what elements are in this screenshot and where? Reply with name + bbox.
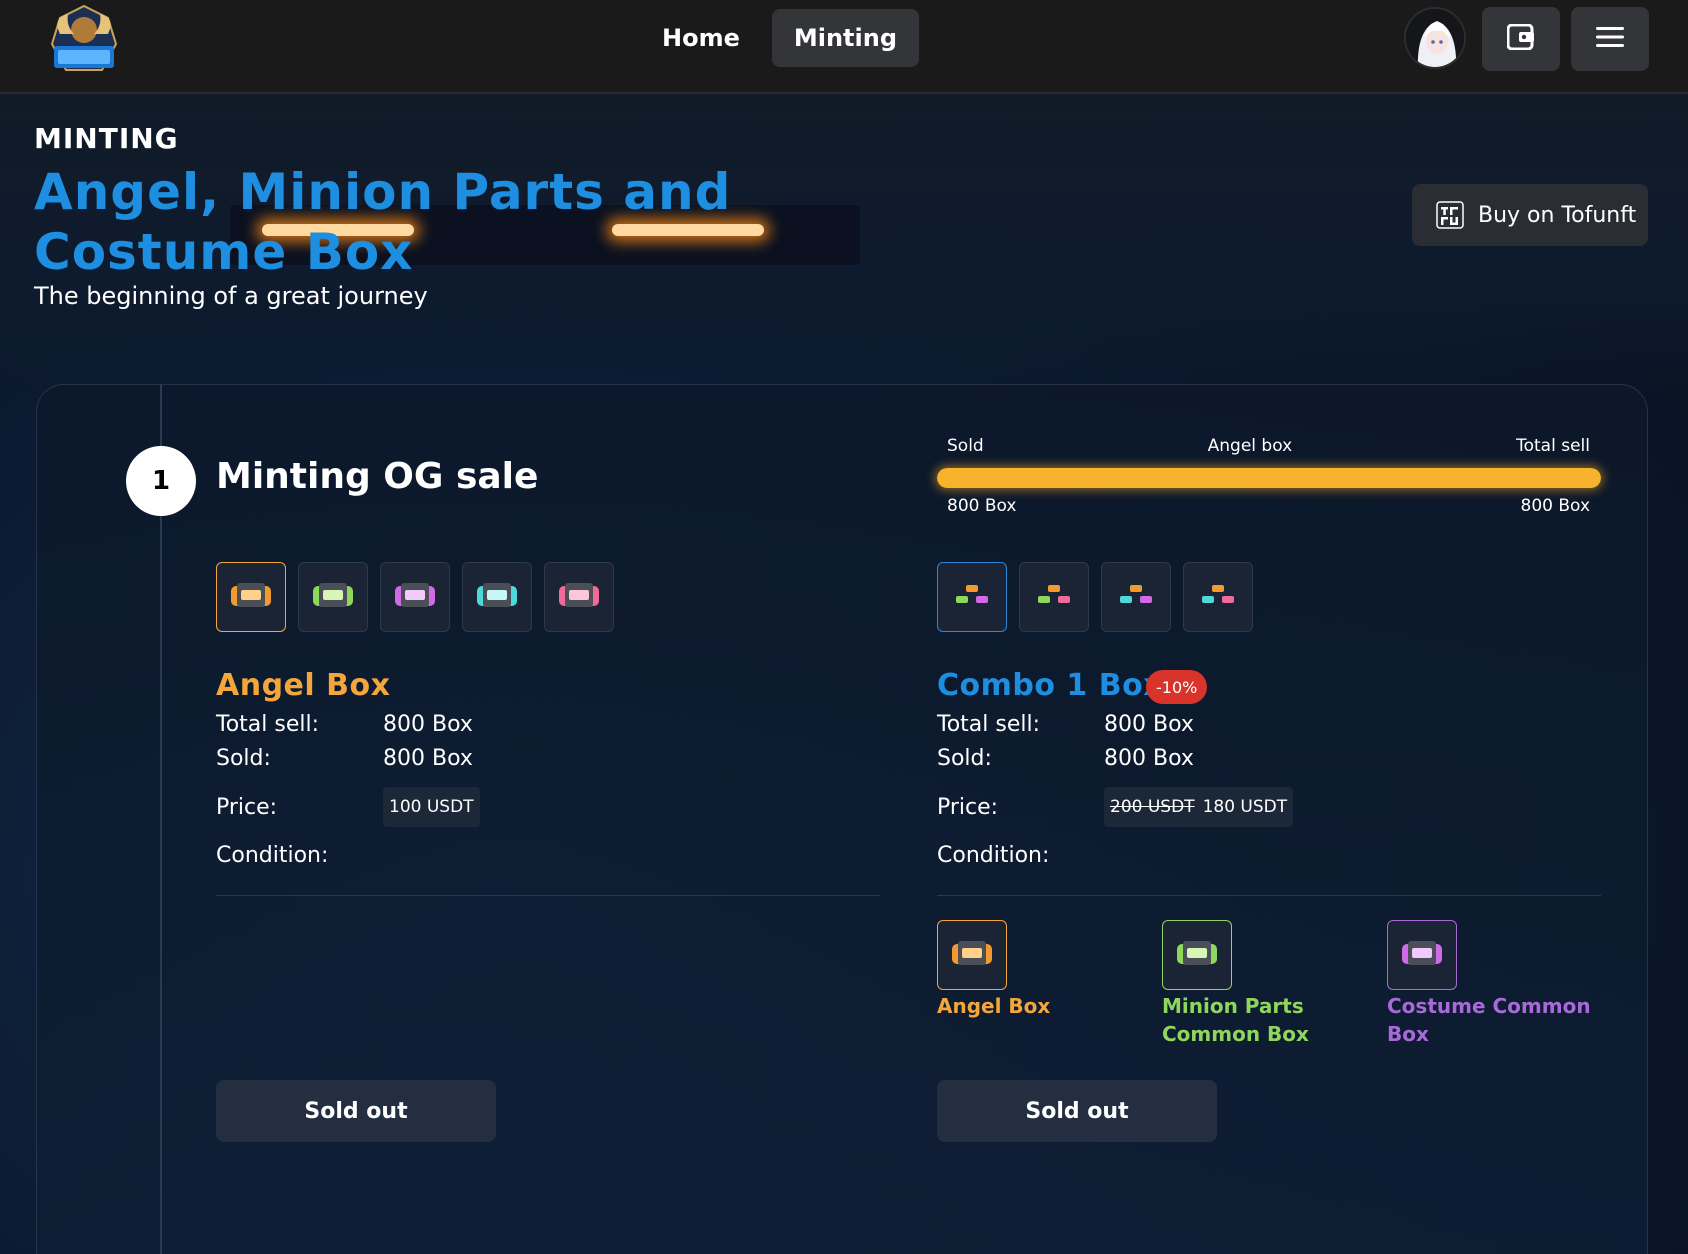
angel-box-title: Angel Box — [216, 668, 391, 703]
angel-price-label: Price: — [216, 795, 278, 820]
combo-item-minion-parts: Minion Parts Common Box — [1162, 920, 1382, 1048]
progress-total-value: 800 Box — [1520, 496, 1590, 516]
combo-item-thumb[interactable] — [1162, 920, 1232, 990]
angel-sold-label: Sold: — [216, 746, 271, 771]
progress-label-total: Total sell — [1516, 436, 1590, 456]
progress-bar-fill — [937, 468, 1601, 488]
buy-on-tofunft-button[interactable]: Buy on Tofunft — [1412, 184, 1648, 246]
angel-price-pill: 100 USDT — [383, 787, 480, 827]
combo-sold-out-button[interactable]: Sold out — [937, 1080, 1217, 1142]
combo-price-label: Price: — [937, 795, 999, 820]
nav-home[interactable]: Home — [640, 9, 762, 67]
angel-sold-value: 800 Box — [383, 746, 473, 771]
progress-labels: Sold Angel box Total sell — [947, 436, 1590, 456]
step-title: Minting OG sale — [216, 456, 539, 497]
angel-condition-label: Condition: — [216, 843, 329, 868]
combo-boxes-icon — [1116, 583, 1156, 611]
box-thumb-pink[interactable] — [544, 562, 614, 632]
combo-sold-value: 800 Box — [1104, 746, 1194, 771]
progress-sold-value: 800 Box — [947, 496, 1017, 516]
wallet-button[interactable] — [1482, 7, 1560, 71]
menu-button[interactable] — [1571, 7, 1649, 71]
nav-minting[interactable]: Minting — [771, 9, 920, 67]
treasure-box-icon — [1398, 938, 1446, 972]
combo-boxes-icon — [952, 583, 992, 611]
page-eyebrow: MINTING — [34, 122, 179, 155]
angel-total-sell-label: Total sell: — [216, 712, 320, 737]
angel-divider — [216, 895, 880, 896]
treasure-box-icon — [309, 580, 357, 614]
combo-condition-label: Condition: — [937, 843, 1050, 868]
treasure-box-icon — [227, 580, 275, 614]
page-title: Angel, Minion Parts and Costume Box — [34, 163, 732, 281]
combo-boxes-icon — [1034, 583, 1074, 611]
combo-box-title: Combo 1 Box — [937, 668, 1164, 703]
treasure-box-icon — [948, 938, 996, 972]
angel-price-value: 100 USDT — [389, 797, 474, 817]
combo-sold-label: Sold: — [937, 746, 992, 771]
user-avatar[interactable] — [1404, 7, 1466, 69]
hamburger-menu-icon — [1596, 27, 1624, 51]
progress-values: 800 Box 800 Box — [947, 496, 1590, 516]
combo-item-label: Costume Common Box — [1387, 994, 1591, 1046]
combo-thumb-4[interactable] — [1183, 562, 1253, 632]
combo-thumb-3[interactable] — [1101, 562, 1171, 632]
combo-item-label: Minion Parts Common Box — [1162, 994, 1309, 1046]
box-thumb-purple[interactable] — [380, 562, 450, 632]
treasure-box-icon — [473, 580, 521, 614]
combo-price-old: 200 USDT — [1110, 797, 1195, 817]
tofunft-logo-icon — [1436, 201, 1464, 229]
combo-total-sell-value: 800 Box — [1104, 712, 1194, 737]
angel-box-thumbnails — [216, 562, 614, 632]
infinity-angel-logo[interactable] — [46, 4, 122, 78]
combo-item-costume-box: Costume Common Box — [1387, 920, 1607, 1048]
combo-boxes-icon — [1198, 583, 1238, 611]
top-nav-bar: Home Minting — [0, 0, 1688, 94]
combo-item-angel-box: Angel Box — [937, 920, 1157, 1020]
treasure-box-icon — [1173, 938, 1221, 972]
page-subtitle: The beginning of a great journey — [34, 282, 428, 310]
box-thumb-green[interactable] — [298, 562, 368, 632]
box-thumb-cyan[interactable] — [462, 562, 532, 632]
box-thumb-orange[interactable] — [216, 562, 286, 632]
combo-price-new: 180 USDT — [1202, 797, 1288, 817]
progress-label-center: Angel box — [1207, 436, 1293, 456]
progress-label-sold: Sold — [947, 436, 984, 456]
combo-price-pill: 200 USDT 180 USDT — [1104, 787, 1294, 827]
treasure-box-icon — [555, 580, 603, 614]
combo-divider — [937, 895, 1601, 896]
combo-item-thumb[interactable] — [937, 920, 1007, 990]
progress-bar — [937, 468, 1601, 488]
combo-thumb-1[interactable] — [937, 562, 1007, 632]
wallet-icon — [1506, 23, 1535, 54]
combo-box-thumbnails — [937, 562, 1253, 632]
step-number: 1 — [126, 446, 196, 516]
treasure-box-icon — [391, 580, 439, 614]
combo-item-thumb[interactable] — [1387, 920, 1457, 990]
combo-thumb-2[interactable] — [1019, 562, 1089, 632]
discount-badge: -10% — [1146, 670, 1208, 704]
angel-total-sell-value: 800 Box — [383, 712, 473, 737]
combo-total-sell-label: Total sell: — [937, 712, 1041, 737]
buy-button-label: Buy on Tofunft — [1478, 202, 1637, 228]
angel-sold-out-button[interactable]: Sold out — [216, 1080, 496, 1142]
combo-item-label: Angel Box — [937, 994, 1051, 1018]
